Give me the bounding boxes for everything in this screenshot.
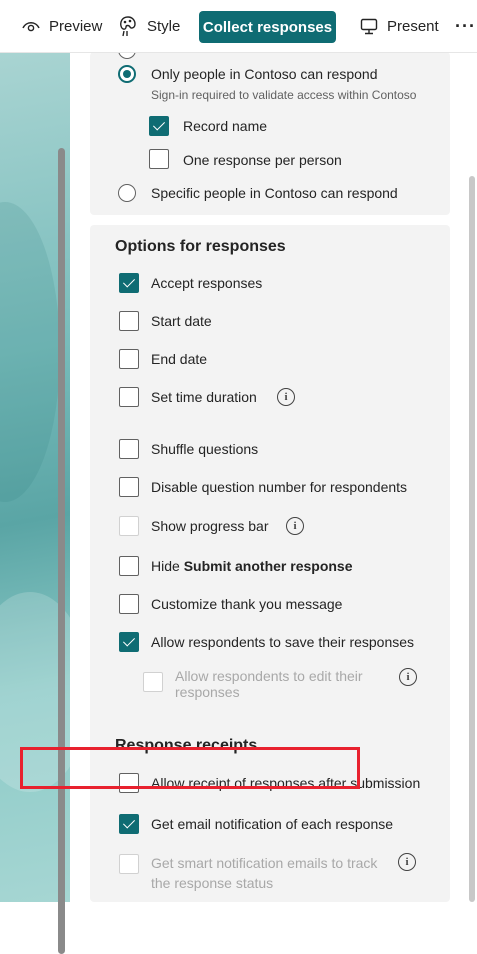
time-duration-info-icon[interactable]: i [277, 388, 295, 406]
edit-responses-info-icon[interactable]: i [399, 668, 417, 686]
email-notification-checkbox[interactable] [119, 814, 139, 834]
thank-you-message-label: Customize thank you message [151, 596, 343, 612]
record-name-label: Record name [183, 118, 268, 134]
preview-label: Preview [49, 17, 103, 35]
who-can-respond-card: Only people in Contoso can respond Sign-… [90, 50, 450, 215]
present-label: Present [387, 17, 439, 35]
radio-specific-people[interactable] [118, 184, 136, 202]
start-date-checkbox[interactable] [119, 311, 139, 331]
hide-prefix: Hide [151, 558, 184, 574]
accept-responses-label: Accept responses [151, 275, 263, 291]
options-card: Options for responses Accept responses S… [90, 225, 450, 902]
shuffle-questions-label: Shuffle questions [151, 441, 259, 457]
collect-responses-button[interactable]: Collect responses [199, 11, 336, 43]
email-notification-label: Get email notification of each response [151, 816, 394, 832]
shuffle-questions-checkbox[interactable] [119, 439, 139, 459]
present-button[interactable]: Present [360, 0, 439, 52]
background-scrollbar[interactable] [58, 148, 65, 954]
edit-responses-label: Allow respondents to edit their response… [175, 668, 363, 700]
save-responses-label: Allow respondents to save their response… [151, 634, 415, 650]
panel-scrollbar[interactable] [469, 176, 475, 902]
receipt-after-submission-checkbox[interactable] [119, 773, 139, 793]
smart-notification-label: Get smart notification emails to track t… [151, 855, 378, 891]
save-responses-checkbox[interactable] [119, 632, 139, 652]
smart-notification-checkbox [119, 854, 139, 874]
progress-bar-checkbox[interactable] [119, 516, 139, 536]
end-date-checkbox[interactable] [119, 349, 139, 369]
receipt-after-submission-label: Allow receipt of responses after submiss… [151, 775, 421, 791]
more-options-button[interactable]: ··· [455, 0, 476, 52]
submit-another-bold: Submit another response [183, 558, 353, 574]
radio-only-contoso-label: Only people in Contoso can respond [151, 66, 378, 82]
time-duration-checkbox[interactable] [119, 387, 139, 407]
settings-panel: Only people in Contoso can respond Sign-… [70, 50, 477, 902]
disable-question-number-checkbox[interactable] [119, 477, 139, 497]
smart-notification-info-icon[interactable]: i [398, 853, 416, 871]
present-icon [360, 18, 378, 35]
style-button[interactable]: Style [118, 0, 180, 52]
options-heading: Options for responses [115, 238, 286, 255]
palette-icon [118, 15, 138, 37]
radio-only-contoso-sublabel: Sign-in required to validate access with… [151, 88, 417, 102]
top-toolbar: Preview Style Collect responses Present … [0, 0, 477, 53]
style-label: Style [147, 17, 181, 35]
preview-button[interactable]: Preview [22, 0, 102, 52]
one-response-label: One response per person [183, 152, 342, 168]
form-background [0, 52, 90, 954]
time-duration-label: Set time duration [151, 389, 257, 405]
disable-question-number-label: Disable question number for respondents [151, 479, 408, 495]
start-date-label: Start date [151, 313, 212, 329]
edit-responses-checkbox [143, 672, 163, 692]
progress-bar-info-icon[interactable]: i [286, 517, 304, 535]
one-response-checkbox[interactable] [149, 149, 169, 169]
hide-submit-another-label: Hide Submit another response [151, 557, 353, 575]
response-receipts-heading: Response receipts [115, 737, 258, 754]
progress-bar-label: Show progress bar [151, 518, 269, 534]
radio-only-contoso[interactable] [118, 65, 136, 83]
end-date-label: End date [151, 351, 208, 367]
hide-submit-another-checkbox[interactable] [119, 556, 139, 576]
accept-responses-checkbox[interactable] [119, 273, 139, 293]
radio-specific-people-label: Specific people in Contoso can respond [151, 185, 398, 201]
thank-you-message-checkbox[interactable] [119, 594, 139, 614]
eye-icon [22, 20, 40, 32]
record-name-checkbox[interactable] [149, 116, 169, 136]
